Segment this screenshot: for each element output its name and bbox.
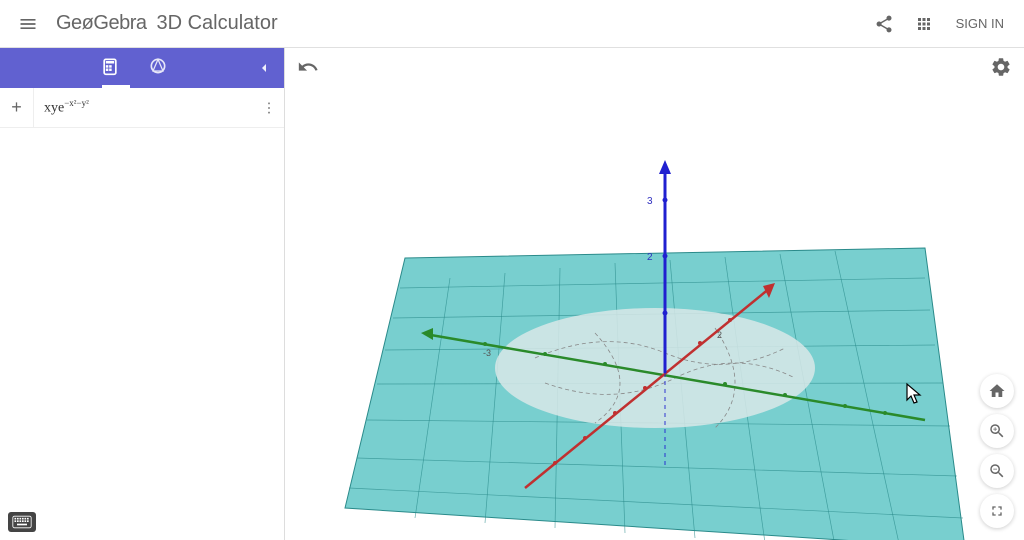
add-input-button[interactable]: + (0, 88, 34, 128)
fullscreen-button[interactable] (980, 494, 1014, 528)
tab-algebra[interactable] (100, 56, 120, 81)
x-tick: 2 (717, 330, 722, 340)
3d-plot[interactable]: 3 2 2 -3 (285, 88, 1024, 540)
z-tick-2: 2 (647, 252, 653, 263)
share-icon[interactable] (864, 4, 904, 44)
row-menu-button[interactable] (254, 88, 284, 128)
zoom-out-button[interactable] (980, 454, 1014, 488)
collapse-sidebar-button[interactable] (252, 56, 276, 80)
home-view-button[interactable] (980, 374, 1014, 408)
sidebar-tabs (0, 48, 284, 88)
zoom-in-button[interactable] (980, 414, 1014, 448)
page-title: 3D Calculator (156, 12, 277, 35)
menu-button[interactable] (8, 4, 48, 44)
algebra-sidebar: + xye−x²−y² (0, 48, 285, 540)
formula-row[interactable]: + xye−x²−y² (0, 88, 284, 128)
undo-button[interactable] (297, 56, 319, 83)
graph-canvas[interactable]: 3 2 2 -3 (285, 48, 1024, 540)
view-controls (980, 374, 1014, 528)
signin-button[interactable]: SIGN IN (944, 16, 1016, 31)
settings-button[interactable] (990, 56, 1012, 83)
y-tick: -3 (483, 348, 491, 358)
virtual-keyboard-button[interactable] (8, 512, 36, 532)
tab-tools[interactable] (148, 56, 168, 81)
formula-exponent: −x²−y² (64, 98, 89, 108)
apps-icon[interactable] (904, 4, 944, 44)
app-header: GeøGebra 3D Calculator SIGN IN (0, 0, 1024, 48)
formula-base: xye (44, 101, 64, 116)
logo: GeøGebra (56, 12, 146, 35)
formula-input[interactable]: xye−x²−y² (34, 98, 254, 117)
z-tick-3: 3 (647, 196, 653, 207)
